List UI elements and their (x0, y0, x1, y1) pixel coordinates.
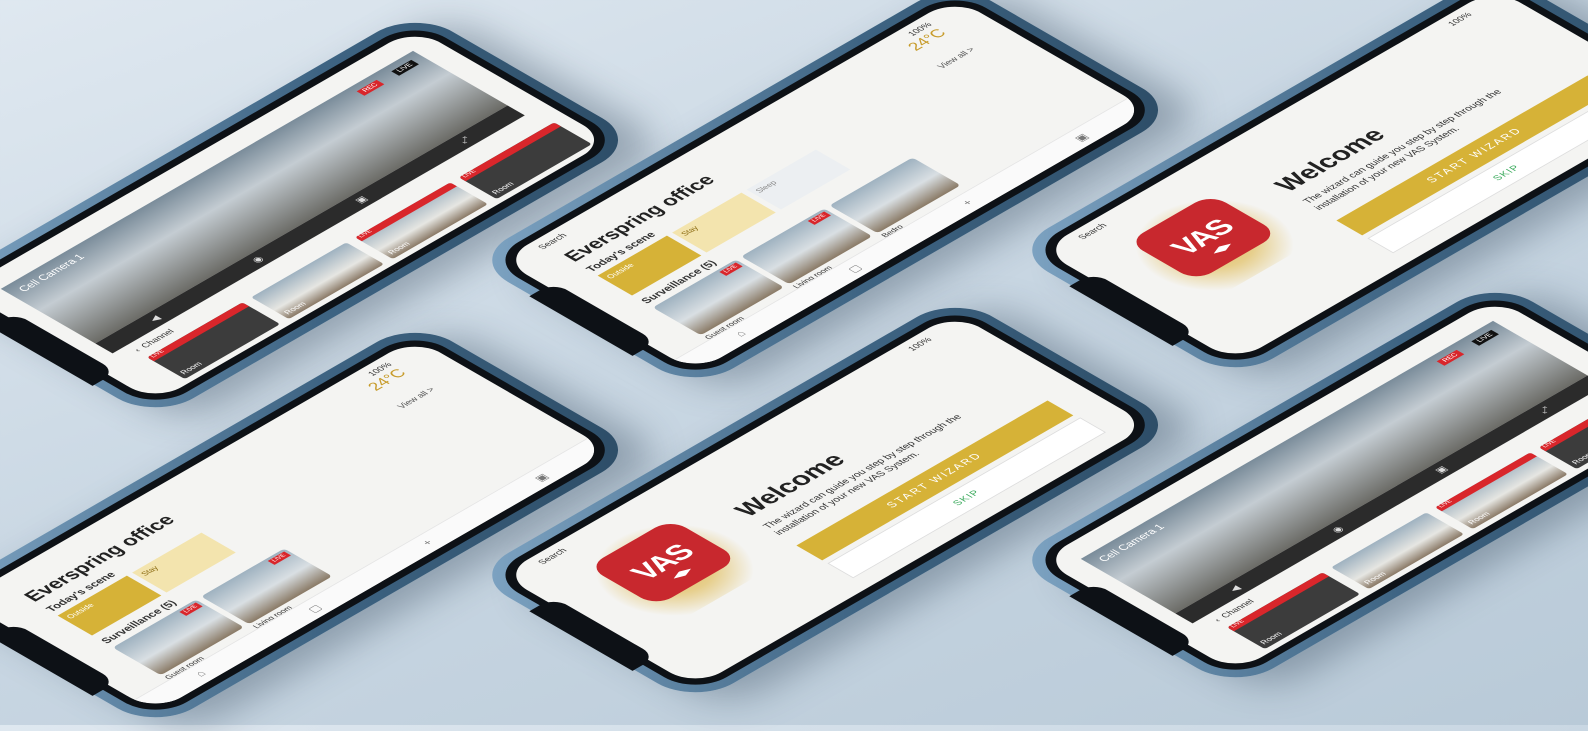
live-badge: LIVE (267, 551, 292, 565)
status-battery: 100% (905, 335, 934, 353)
live-badge: LIVE (807, 211, 832, 225)
camera-name: Cell Camera 1 (1096, 522, 1168, 564)
home-icon[interactable]: ⌂ (193, 669, 209, 678)
scene-label: Stay (679, 224, 701, 238)
camera-name: Cell Camera 1 (16, 252, 88, 294)
scene-label: Stay (139, 564, 161, 578)
snapshot-icon[interactable]: ◉ (249, 255, 266, 265)
devices-icon[interactable]: ▢ (844, 263, 864, 274)
room-label: Room (489, 180, 517, 196)
room-label: Room (1465, 510, 1493, 526)
status-battery: 100% (1445, 10, 1474, 28)
record-icon[interactable]: ▣ (1433, 465, 1451, 475)
live-badge: LIVE (391, 59, 419, 76)
phone-camera-top: Cell Camera 1 REC LIVE ◀ ◉ ▣ ⤢ ‹ Channel… (0, 10, 641, 421)
scene-card[interactable]: Sleep (746, 149, 851, 210)
record-icon[interactable]: ▣ (353, 195, 371, 205)
room-label: Room (1258, 630, 1285, 646)
room-label: Room (1569, 450, 1588, 466)
back-icon[interactable]: ◀ (147, 314, 163, 323)
phone-welcome-bottom: Search 100% VAS Welcome The wizard can g… (470, 295, 1181, 706)
live-badge: LIVE (179, 602, 203, 616)
back-icon[interactable]: ◀ (1227, 584, 1243, 593)
snapshot-icon[interactable]: ◉ (1329, 525, 1346, 535)
settings-icon[interactable]: ▣ (1071, 132, 1091, 143)
settings-icon[interactable]: ▣ (531, 472, 551, 483)
room-label: Room (281, 300, 309, 316)
room-label: Room (385, 240, 413, 256)
fullscreen-icon[interactable]: ⤢ (457, 135, 473, 144)
live-badge: LIVE (719, 262, 743, 276)
devices-icon[interactable]: ▢ (304, 603, 324, 614)
logo-text: VAS (1164, 215, 1242, 260)
add-icon[interactable]: + (420, 538, 436, 547)
fullscreen-icon[interactable]: ⤢ (1537, 405, 1553, 414)
room-label: Room (1361, 570, 1389, 586)
live-badge: LIVE (1471, 329, 1499, 346)
room-label: Room (178, 360, 205, 376)
scene-label: Sleep (753, 179, 779, 195)
view-all-link[interactable]: View all > (395, 386, 437, 410)
add-icon[interactable]: + (960, 198, 976, 207)
phone-dashboard-top: Search 100% Everspring office 24°C Today… (470, 0, 1181, 391)
rec-badge: REC (1436, 349, 1465, 366)
logo-text: VAS (624, 540, 702, 585)
home-icon[interactable]: ⌂ (733, 329, 749, 338)
rec-badge: REC (356, 79, 385, 96)
view-all-link[interactable]: View all > (935, 46, 977, 70)
